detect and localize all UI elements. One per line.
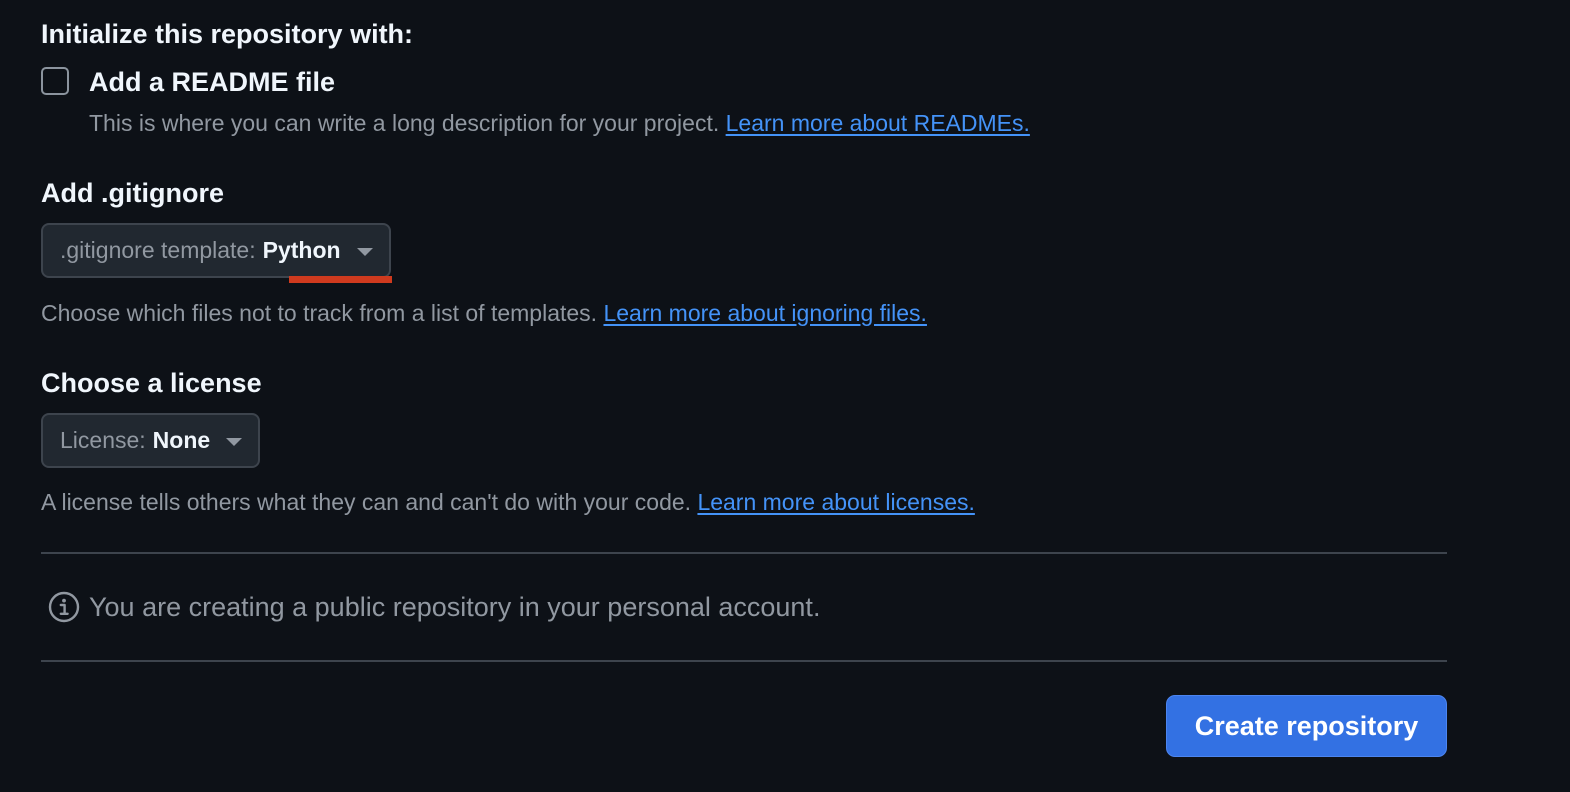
gitignore-heading: Add .gitignore	[41, 178, 224, 208]
annotation-underline	[289, 276, 392, 283]
divider-bottom	[41, 660, 1447, 662]
create-repository-button[interactable]: Create repository	[1166, 695, 1447, 757]
license-description: A license tells others what they can and…	[41, 491, 975, 514]
license-heading: Choose a license	[41, 368, 262, 398]
chevron-down-icon	[226, 437, 243, 446]
license-select[interactable]: License: None	[41, 413, 261, 468]
gitignore-learn-more-link[interactable]: Learn more about ignoring files.	[603, 300, 926, 326]
gitignore-description-text: Choose which files not to track from a l…	[41, 300, 598, 326]
readme-description: This is where you can write a long descr…	[89, 112, 1030, 135]
visibility-notice: You are creating a public repository in …	[48, 591, 820, 623]
chevron-down-icon	[356, 247, 373, 256]
info-icon	[48, 591, 80, 623]
divider-top	[41, 552, 1447, 554]
readme-description-text: This is where you can write a long descr…	[89, 110, 720, 136]
visibility-notice-text: You are creating a public repository in …	[89, 591, 821, 622]
gitignore-select-prefix: .gitignore template:	[60, 237, 256, 263]
initialize-heading: Initialize this repository with:	[41, 19, 414, 49]
license-select-value: None	[152, 427, 211, 453]
license-select-prefix: License:	[60, 427, 146, 453]
gitignore-description: Choose which files not to track from a l…	[41, 302, 927, 325]
license-description-text: A license tells others what they can and…	[41, 489, 692, 515]
readme-checkbox[interactable]	[41, 67, 69, 95]
license-learn-more-link[interactable]: Learn more about licenses.	[697, 489, 974, 515]
readme-learn-more-link[interactable]: Learn more about READMEs.	[726, 110, 1030, 136]
new-repository-form: Initialize this repository with: Add a R…	[0, 0, 1570, 792]
gitignore-template-select[interactable]: .gitignore template: Python	[41, 223, 391, 278]
readme-checkbox-label[interactable]: Add a README file	[89, 69, 335, 96]
gitignore-select-value: Python	[262, 237, 341, 263]
